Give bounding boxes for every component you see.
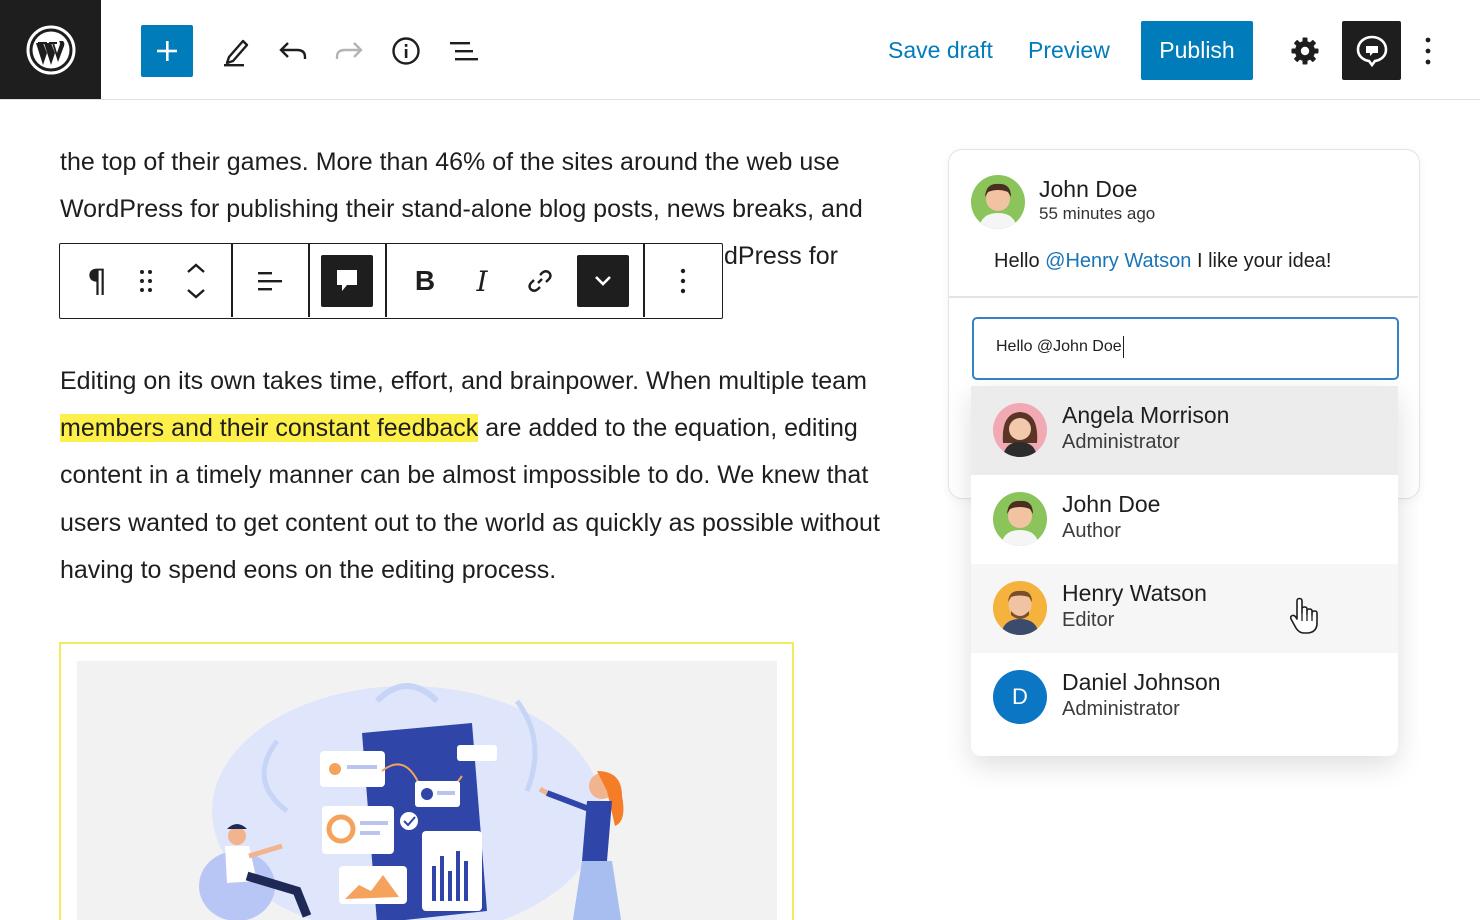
mention-user-name: Angela Morrison bbox=[1062, 402, 1230, 428]
avatar-initial: D bbox=[993, 670, 1047, 724]
user-mention-link[interactable]: @Henry Watson bbox=[1045, 250, 1191, 272]
toolbar-divider bbox=[385, 244, 387, 317]
avatar bbox=[993, 492, 1047, 546]
avatar bbox=[971, 175, 1025, 229]
mention-suggestions-list: Angela Morrison Administrator John Doe A… bbox=[971, 386, 1398, 756]
settings-button[interactable] bbox=[1279, 25, 1331, 77]
mention-user-name: John Doe bbox=[1062, 491, 1161, 517]
text-caret bbox=[1122, 335, 1125, 358]
user-avatar-icon bbox=[993, 581, 1047, 635]
publish-button[interactable]: Publish bbox=[1141, 21, 1253, 80]
drag-handle-button[interactable] bbox=[120, 255, 172, 307]
bold-button[interactable]: B bbox=[399, 255, 451, 307]
toolbar-divider bbox=[231, 244, 233, 317]
user-avatar-icon bbox=[993, 403, 1047, 457]
comment-author: John Doe bbox=[1039, 176, 1138, 202]
paragraph-line[interactable]: dPress for bbox=[724, 233, 838, 280]
comment-icon bbox=[337, 270, 357, 291]
paragraph-text: are added to the equation, editing bbox=[478, 414, 858, 442]
undo-icon bbox=[279, 42, 307, 59]
comment-timestamp: 55 minutes ago bbox=[1039, 204, 1156, 223]
add-comment-button[interactable] bbox=[321, 255, 373, 307]
paragraph-line[interactable]: the top of their games. More than 46% of… bbox=[60, 139, 840, 186]
mention-user-role: Author bbox=[1062, 520, 1121, 542]
avatar bbox=[993, 581, 1047, 635]
link-icon bbox=[528, 270, 552, 292]
details-button[interactable] bbox=[380, 25, 432, 77]
dashboard-illustration bbox=[199, 683, 624, 920]
mention-suggestion-item[interactable]: Angela Morrison Administrator bbox=[971, 386, 1398, 475]
align-icon bbox=[258, 272, 282, 291]
link-button[interactable] bbox=[514, 255, 566, 307]
pencil-icon bbox=[224, 39, 249, 67]
paragraph-block-button[interactable]: ¶ bbox=[71, 255, 123, 307]
wordpress-logo-icon bbox=[26, 25, 75, 74]
illustration-image bbox=[77, 661, 777, 920]
tools-button[interactable] bbox=[210, 25, 262, 77]
info-icon bbox=[392, 37, 420, 65]
toolbar-divider bbox=[643, 244, 645, 317]
highlighted-commented-text[interactable]: members and their constant feedback bbox=[60, 414, 479, 442]
move-up-down-button[interactable] bbox=[170, 255, 222, 307]
comments-toggle-button[interactable] bbox=[1342, 21, 1401, 80]
align-button[interactable] bbox=[244, 255, 296, 307]
wordpress-logo[interactable] bbox=[0, 0, 101, 99]
editor-header: Save draft Preview Publish bbox=[0, 0, 1480, 100]
italic-icon: I bbox=[476, 264, 488, 298]
comment-icon bbox=[1356, 35, 1387, 67]
save-draft-button[interactable]: Save draft bbox=[888, 30, 993, 70]
user-avatar-icon bbox=[993, 492, 1047, 546]
drag-handle-icon bbox=[140, 270, 152, 292]
mention-suggestion-item[interactable]: John Doe Author bbox=[971, 475, 1398, 564]
plus-icon bbox=[157, 41, 177, 61]
options-button[interactable] bbox=[1402, 25, 1454, 77]
redo-button[interactable] bbox=[323, 25, 375, 77]
reply-input[interactable]: Hello @John Doe bbox=[972, 317, 1399, 380]
paragraph-icon: ¶ bbox=[86, 262, 108, 300]
toolbar-divider bbox=[308, 244, 310, 317]
italic-button[interactable]: I bbox=[456, 255, 508, 307]
preview-button[interactable]: Preview bbox=[1028, 30, 1110, 70]
redo-icon bbox=[335, 42, 363, 59]
reply-input-value: Hello @John Doe bbox=[996, 338, 1122, 355]
comment-text-part: Hello bbox=[994, 250, 1046, 272]
add-block-button[interactable] bbox=[141, 25, 193, 77]
move-up-down-icon bbox=[187, 263, 205, 299]
paragraph-line[interactable]: users wanted to get content out to the w… bbox=[60, 500, 880, 547]
paragraph-line[interactable]: WordPress for publishing their stand-alo… bbox=[60, 186, 863, 233]
kebab-icon bbox=[680, 268, 686, 294]
divider bbox=[949, 296, 1418, 298]
kebab-icon bbox=[1425, 37, 1431, 65]
mention-user-role: Editor bbox=[1062, 609, 1115, 631]
list-view-button[interactable] bbox=[438, 25, 490, 77]
block-options-button[interactable] bbox=[657, 255, 709, 307]
image-block[interactable] bbox=[59, 642, 794, 920]
user-avatar-icon bbox=[971, 175, 1025, 229]
paragraph-line[interactable]: content in a timely manner can be almost… bbox=[60, 452, 868, 499]
mention-user-role: Administrator bbox=[1062, 431, 1180, 453]
comment-text: Hello @Henry Watson I like your idea! bbox=[994, 250, 1332, 273]
chevron-down-icon bbox=[595, 276, 611, 286]
gear-icon bbox=[1291, 37, 1319, 65]
more-rich-text-button[interactable] bbox=[577, 255, 629, 307]
undo-button[interactable] bbox=[267, 25, 319, 77]
list-view-icon bbox=[450, 42, 478, 61]
paragraph-line[interactable]: Editing on its own takes time, effort, a… bbox=[60, 358, 867, 405]
mention-suggestion-item[interactable]: D Daniel Johnson Administrator bbox=[971, 653, 1398, 742]
mention-user-name: Henry Watson bbox=[1062, 580, 1207, 606]
avatar bbox=[993, 403, 1047, 457]
comment-text-part: I like your idea! bbox=[1191, 250, 1332, 272]
mention-user-name: Daniel Johnson bbox=[1062, 669, 1221, 695]
block-toolbar: ¶ B I bbox=[59, 243, 723, 319]
pointer-hand-cursor-icon bbox=[1289, 597, 1318, 634]
bold-icon: B bbox=[414, 265, 436, 296]
paragraph-line[interactable]: having to spend eons on the editing proc… bbox=[60, 547, 556, 594]
mention-suggestion-item[interactable]: Henry Watson Editor bbox=[971, 564, 1398, 653]
paragraph-line[interactable]: members and their constant feedback are … bbox=[60, 405, 858, 452]
mention-user-role: Administrator bbox=[1062, 698, 1180, 720]
